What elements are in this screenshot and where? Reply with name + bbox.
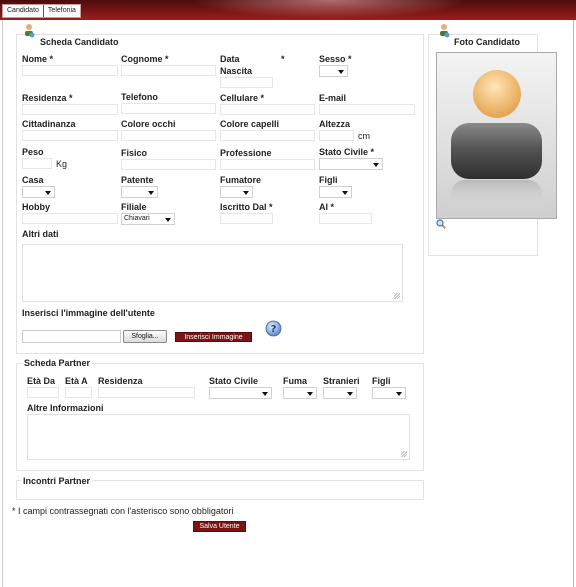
partner-residenza-input[interactable] — [98, 387, 195, 398]
tab-candidato[interactable]: Candidato — [3, 5, 44, 17]
zoom-icon[interactable] — [436, 219, 446, 229]
label-fumatore: Fumatore — [220, 175, 262, 185]
filiale-select[interactable]: Chiavari — [121, 213, 175, 225]
colore-occhi-input[interactable] — [121, 130, 216, 141]
header-glow — [180, 0, 480, 20]
fisico-input[interactable] — [121, 159, 216, 170]
peso-unit: Kg — [56, 159, 68, 169]
casa-select[interactable] — [22, 186, 55, 198]
iscritto-dal-input[interactable] — [220, 213, 273, 224]
label-figli: Figli — [319, 175, 338, 185]
label-email: E-mail — [319, 93, 347, 103]
label-professione: Professione — [220, 148, 272, 158]
label-residenza: Residenza * — [22, 93, 73, 103]
label-data-asterisk: * — [281, 54, 285, 64]
label-telefono: Telefono — [121, 92, 158, 102]
peso-input[interactable] — [22, 158, 52, 169]
resize-grip-icon[interactable] — [401, 451, 407, 457]
insert-image-button[interactable]: Inserisci Immagine — [175, 332, 252, 342]
label-cognome: Cognome * — [121, 54, 169, 64]
label-stranieri: Stranieri — [323, 376, 360, 386]
label-colore-occhi: Colore occhi — [121, 119, 176, 129]
nome-input[interactable] — [22, 65, 118, 76]
label-altezza: Altezza — [319, 119, 351, 129]
email-input[interactable] — [319, 104, 415, 115]
label-altre-informazioni: Altre Informazioni — [27, 403, 104, 413]
partner-title: Scheda Partner — [22, 358, 93, 368]
file-path-input[interactable] — [22, 330, 121, 343]
fuma-select[interactable] — [283, 387, 317, 399]
telefono-input[interactable] — [121, 103, 216, 114]
label-stato-civile: Stato Civile * — [319, 147, 375, 157]
photo-title: Foto Candidato — [454, 37, 520, 47]
user-icon — [25, 24, 35, 38]
top-header-bar: Candidato Telefonia — [0, 0, 576, 20]
altezza-input[interactable] — [319, 130, 354, 141]
tab-telefonia[interactable]: Telefonia — [44, 5, 80, 17]
patente-select[interactable] — [121, 186, 158, 198]
figli-select[interactable] — [319, 186, 352, 198]
user-photo-icon — [440, 24, 450, 38]
label-eta-a: Età A — [65, 376, 88, 386]
label-filiale: Filiale — [121, 202, 147, 212]
required-fields-note: * I campi contrassegnati con l'asterisco… — [12, 506, 234, 516]
label-peso: Peso — [22, 147, 44, 157]
label-fisico: Fisico — [121, 148, 148, 158]
data-nascita-input[interactable] — [220, 77, 273, 88]
label-eta-da: Età Da — [27, 376, 56, 386]
tab-bar: Candidato Telefonia — [2, 4, 81, 18]
label-partner-stato-civile: Stato Civile — [209, 376, 259, 386]
partner-figli-select[interactable] — [372, 387, 406, 399]
label-inserisci-immagine: Inserisci l'immagine dell'utente — [22, 308, 155, 318]
candidate-title: Scheda Candidato — [40, 37, 119, 47]
sesso-select[interactable] — [319, 65, 348, 77]
altre-informazioni-textarea[interactable] — [27, 414, 410, 460]
resize-grip-icon[interactable] — [394, 293, 400, 299]
eta-a-input[interactable] — [65, 387, 92, 398]
label-partner-residenza: Residenza — [98, 376, 143, 386]
label-data-nascita-2: Nascita — [220, 66, 253, 76]
altri-dati-textarea[interactable] — [22, 244, 403, 302]
fumatore-select[interactable] — [220, 186, 253, 198]
residenza-input[interactable] — [22, 104, 118, 115]
stranieri-select[interactable] — [323, 387, 357, 399]
al-input[interactable] — [319, 213, 372, 224]
label-hobby: Hobby — [22, 202, 50, 212]
incontri-title: Incontri Partner — [21, 476, 93, 486]
label-partner-figli: Figli — [372, 376, 391, 386]
help-icon[interactable]: ? — [265, 320, 282, 337]
stato-civile-select[interactable] — [319, 158, 383, 170]
eta-da-input[interactable] — [27, 387, 59, 398]
avatar-placeholder — [436, 52, 557, 219]
label-altri-dati: Altri dati — [22, 229, 59, 239]
cellulare-input[interactable] — [220, 104, 315, 115]
label-fuma: Fuma — [283, 376, 308, 386]
label-nome: Nome * — [22, 54, 54, 64]
label-al: Al * — [319, 202, 335, 212]
partner-stato-civile-select[interactable] — [209, 387, 272, 399]
label-sesso: Sesso * — [319, 54, 352, 64]
cittadinanza-input[interactable] — [22, 130, 118, 141]
label-iscritto-dal: Iscritto Dal * — [220, 202, 273, 212]
save-user-button[interactable]: Salva Utente — [193, 521, 246, 532]
label-cellulare: Cellulare * — [220, 93, 265, 103]
hobby-input[interactable] — [22, 213, 118, 224]
colore-capelli-input[interactable] — [220, 130, 315, 141]
label-patente: Patente — [121, 175, 154, 185]
label-data-nascita: Data — [220, 54, 240, 64]
svg-text:?: ? — [271, 324, 277, 335]
professione-input[interactable] — [220, 159, 315, 170]
label-casa: Casa — [22, 175, 44, 185]
label-cittadinanza: Cittadinanza — [22, 119, 76, 129]
altezza-unit: cm — [358, 131, 370, 141]
browse-button[interactable]: Sfoglia... — [123, 330, 167, 343]
cognome-input[interactable] — [121, 65, 216, 76]
label-colore-capelli: Colore capelli — [220, 119, 280, 129]
